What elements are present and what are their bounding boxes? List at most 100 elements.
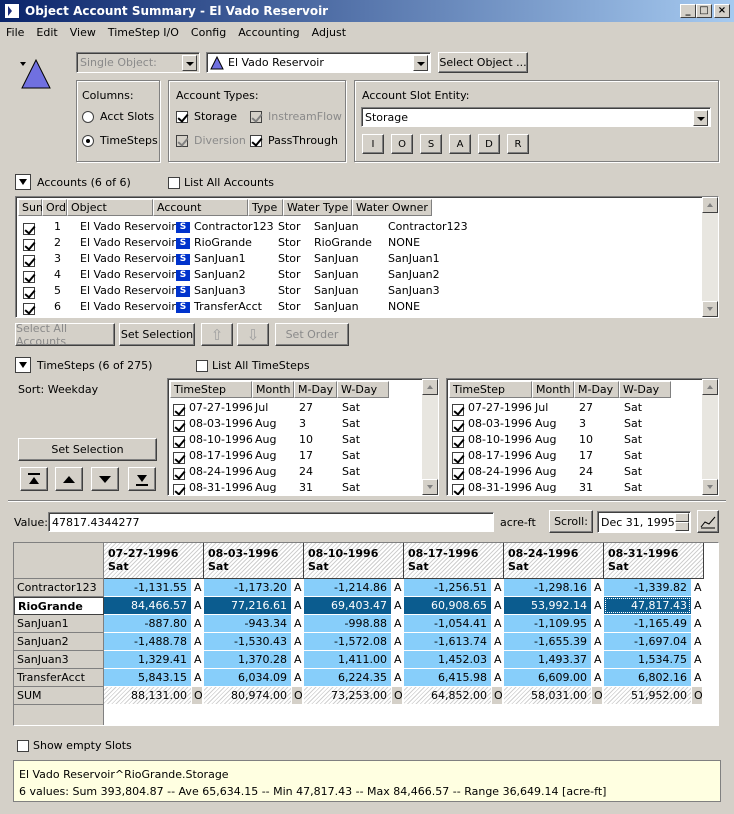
timesteps-column-header[interactable]: Month xyxy=(532,381,574,398)
timestep-row[interactable]: 08-03-1996 Aug 3 Sat xyxy=(170,416,420,432)
radio-timesteps[interactable] xyxy=(82,134,94,147)
grid-cell[interactable]: -1,655.39 A xyxy=(504,633,604,651)
grid-cell[interactable]: 77,216.61 A xyxy=(204,597,304,615)
sum-checkbox[interactable] xyxy=(23,301,35,315)
timestep-checkbox[interactable] xyxy=(452,482,464,495)
account-row[interactable]: 5 El Vado Reservoir S SanJuan3 Stor SanJu… xyxy=(18,283,698,299)
sum-checkbox[interactable] xyxy=(23,269,35,283)
grid-cell[interactable]: -943.34 A xyxy=(204,615,304,633)
accounts-column-header[interactable]: Type xyxy=(248,199,283,216)
accounts-scrollbar[interactable] xyxy=(702,197,718,317)
instreamflow-checkbox[interactable] xyxy=(250,110,262,123)
object-select[interactable]: El Vado Reservoir xyxy=(206,52,431,73)
grid-row-label[interactable]: SanJuan3 xyxy=(14,651,104,669)
scroll-up-icon[interactable] xyxy=(702,197,718,213)
sum-checkbox[interactable] xyxy=(23,285,35,299)
timestep-row[interactable]: 08-17-1996 Aug 17 Sat xyxy=(449,448,699,464)
grid-cell[interactable]: 73,253.00 O xyxy=(304,687,404,705)
account-row[interactable]: 1 El Vado Reservoir S Contractor123 Stor … xyxy=(18,219,698,235)
timesteps-column-header[interactable]: TimeStep xyxy=(170,381,252,398)
menu-item[interactable]: File xyxy=(0,26,30,39)
sum-checkbox[interactable] xyxy=(23,221,35,235)
show-empty-slots-checkbox[interactable] xyxy=(17,739,29,752)
grid-cell[interactable]: 6,034.09 A xyxy=(204,669,304,687)
timestep-checkbox[interactable] xyxy=(452,466,464,480)
slot-entity-button[interactable]: O xyxy=(391,134,413,154)
grid-cell[interactable]: -1,256.51 A xyxy=(404,579,504,597)
grid-cell[interactable]: -1,214.86 A xyxy=(304,579,404,597)
grid-cell[interactable]: 5,843.15 A xyxy=(104,669,204,687)
passthrough-checkbox[interactable] xyxy=(250,134,262,147)
menu-item[interactable]: Adjust xyxy=(306,26,352,39)
grid-cell[interactable]: 1,411.00 A xyxy=(304,651,404,669)
timestep-row[interactable]: 08-03-1996 Aug 3 Sat xyxy=(449,416,699,432)
plot-button[interactable] xyxy=(697,510,719,533)
grid-cell[interactable]: 64,852.00 O xyxy=(404,687,504,705)
grid-cell[interactable]: -887.80 A xyxy=(104,615,204,633)
sum-checkbox[interactable] xyxy=(23,237,35,251)
timesteps-left-scrollbar[interactable] xyxy=(422,379,438,495)
grid-cell[interactable]: 1,493.37 A xyxy=(504,651,604,669)
object-mode-select[interactable]: Single Object: xyxy=(76,52,200,73)
grid-column-header[interactable]: 08-03-1996 Sat xyxy=(204,543,304,579)
timesteps-column-header[interactable]: Month xyxy=(252,381,294,398)
grid-cell[interactable]: -1,530.43 A xyxy=(204,633,304,651)
timestep-checkbox[interactable] xyxy=(452,418,464,432)
timestep-checkbox[interactable] xyxy=(452,434,464,448)
grid-cell[interactable]: -1,339.82 A xyxy=(604,579,704,597)
grid-cell[interactable]: -1,697.04 A xyxy=(604,633,704,651)
list-all-accounts-checkbox[interactable] xyxy=(168,176,180,189)
timestep-row[interactable]: 08-31-1996 Aug 31 Sat xyxy=(170,480,420,495)
grid-cell[interactable]: -1,173.20 A xyxy=(204,579,304,597)
grid-cell[interactable]: 6,802.16 A xyxy=(604,669,704,687)
timestep-row[interactable]: 08-10-1996 Aug 10 Sat xyxy=(449,432,699,448)
accounts-column-header[interactable]: Ord xyxy=(42,199,67,216)
maximize-icon[interactable]: □ xyxy=(696,4,712,18)
timestep-checkbox[interactable] xyxy=(173,434,185,448)
move-bottom-button[interactable] xyxy=(128,467,156,491)
sum-checkbox[interactable] xyxy=(23,253,35,267)
timestep-row[interactable]: 07-27-1996 Jul 27 Sat xyxy=(449,400,699,416)
menu-item[interactable]: Accounting xyxy=(232,26,305,39)
grid-row-label[interactable]: SanJuan1 xyxy=(14,615,104,633)
timesteps-column-header[interactable]: W-Day xyxy=(619,381,671,398)
timestep-checkbox[interactable] xyxy=(173,466,185,480)
timestep-checkbox[interactable] xyxy=(173,482,185,495)
grid-cell[interactable]: 47,817.43 A xyxy=(604,597,704,615)
grid-cell[interactable]: 6,224.35 A xyxy=(304,669,404,687)
accounts-column-header[interactable]: Water Owner xyxy=(352,199,432,216)
grid-cell[interactable]: -1,131.55 A xyxy=(104,579,204,597)
value-input[interactable]: 47817.4344277 xyxy=(48,512,494,532)
select-object-button[interactable]: Select Object ... xyxy=(438,52,528,73)
grid-cell[interactable]: 1,370.28 A xyxy=(204,651,304,669)
grid-cell[interactable]: -1,165.49 A xyxy=(604,615,704,633)
scroll-up-icon[interactable] xyxy=(702,379,718,395)
grid-cell[interactable]: -1,109.95 A xyxy=(504,615,604,633)
move-top-button[interactable] xyxy=(20,467,48,491)
grid-cell[interactable]: 51,952.00 O xyxy=(604,687,704,705)
account-row[interactable]: 3 El Vado Reservoir S SanJuan1 Stor SanJu… xyxy=(18,251,698,267)
slot-entity-button[interactable]: D xyxy=(478,134,500,154)
account-row[interactable]: 4 El Vado Reservoir S SanJuan2 Stor SanJu… xyxy=(18,267,698,283)
grid-cell[interactable]: 80,974.00 O xyxy=(204,687,304,705)
grid-column-header[interactable]: 08-17-1996 Sat xyxy=(404,543,504,579)
timestep-checkbox[interactable] xyxy=(452,402,464,416)
accounts-column-header[interactable]: Sum xyxy=(18,199,47,216)
slot-entity-button[interactable]: S xyxy=(420,134,442,154)
grid-column-header[interactable]: 08-24-1996 Sat xyxy=(504,543,604,579)
grid-cell[interactable]: 1,329.41 A xyxy=(104,651,204,669)
scroll-up-icon[interactable] xyxy=(422,379,438,395)
accounts-column-header[interactable]: Object xyxy=(67,199,153,216)
slot-entity-button[interactable]: A xyxy=(449,134,471,154)
grid-column-header[interactable]: 07-27-1996 Sat xyxy=(104,543,204,579)
grid-cell[interactable]: -1,054.41 A xyxy=(404,615,504,633)
scroll-down-icon[interactable] xyxy=(702,479,718,495)
menu-item[interactable]: Config xyxy=(185,26,232,39)
grid-cell[interactable]: 58,031.00 O xyxy=(504,687,604,705)
timesteps-column-header[interactable]: M-Day xyxy=(574,381,619,398)
scroll-button[interactable]: Scroll: xyxy=(549,510,593,533)
spin-down-icon[interactable] xyxy=(675,522,689,531)
timesteps-collapse-toggle[interactable] xyxy=(15,357,31,373)
menu-item[interactable]: TimeStep I/O xyxy=(102,26,185,39)
grid-cell[interactable]: 1,534.75 A xyxy=(604,651,704,669)
